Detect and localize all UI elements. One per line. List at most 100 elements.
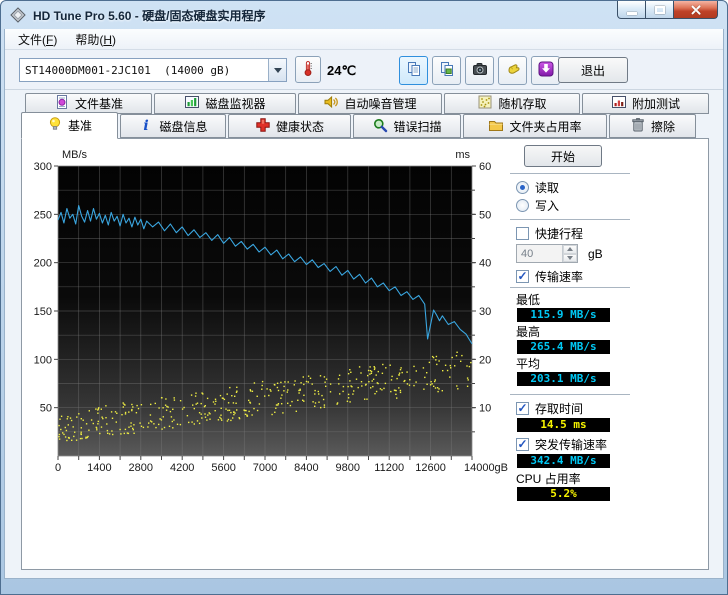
tab-label: 附加测试 [631, 97, 680, 111]
short-stroke-checkbox[interactable] [516, 226, 529, 240]
svg-text:250: 250 [34, 209, 52, 221]
short-stroke-length-row: 40 gB [516, 244, 630, 263]
start-button[interactable]: 开始 [524, 145, 602, 167]
info-icon: i [138, 117, 154, 136]
min-value: 115.9 MB/s [517, 308, 610, 322]
svg-text:150: 150 [34, 306, 52, 318]
window-title: HD Tune Pro 5.60 - 硬盘/固态硬盘实用程序 [33, 8, 266, 23]
camera-icon [472, 61, 488, 80]
tab-label: 健康状态 [275, 119, 324, 134]
menu-item-help[interactable]: 帮助(H) [66, 29, 125, 50]
transfer-rate-checkbox[interactable] [516, 269, 529, 283]
read-option[interactable]: 读取 [516, 179, 630, 195]
window-controls [617, 1, 718, 19]
svg-text:7000: 7000 [253, 462, 277, 474]
tab-trash[interactable]: 擦除 [609, 114, 696, 138]
hand-icon [505, 61, 521, 80]
menu-item-file[interactable]: 文件(F) [9, 29, 66, 50]
tab-label: 磁盘信息 [159, 119, 208, 134]
copy-image-button[interactable] [432, 56, 461, 85]
hand-button[interactable] [498, 56, 527, 85]
tab-folder[interactable]: 文件夹占用率 [463, 114, 607, 138]
cpu-usage-value: 5.2% [517, 487, 610, 501]
write-option[interactable]: 写入 [516, 197, 630, 213]
short-stroke-option[interactable]: 快捷行程 [516, 225, 630, 241]
max-label: 最高 [516, 325, 541, 339]
separator [510, 173, 630, 175]
temperature-value: 24℃ [327, 63, 357, 78]
svg-text:40: 40 [479, 258, 491, 270]
svg-text:11200: 11200 [374, 462, 404, 474]
drive-select-value: ST14000DM001-2JC101 (14000 gB) [25, 63, 231, 77]
read-label: 读取 [535, 180, 560, 195]
svg-text:4200: 4200 [170, 462, 194, 474]
spin-down-button[interactable] [563, 253, 577, 262]
app-icon [10, 7, 26, 23]
transfer-rate-option[interactable]: 传输速率 [516, 268, 630, 284]
scatter-icon [477, 94, 493, 113]
tab-bar-monitor[interactable]: 磁盘监视器 [154, 93, 296, 114]
separator [510, 394, 630, 396]
chevron-down-icon[interactable] [268, 59, 286, 81]
minimize-button[interactable] [617, 1, 646, 19]
tab-scatter[interactable]: 随机存取 [444, 93, 580, 114]
min-label: 最低 [516, 293, 541, 307]
temperature-button[interactable] [295, 56, 321, 83]
bar-monitor-icon [184, 94, 200, 113]
burst-rate-checkbox[interactable] [516, 437, 529, 451]
burst-rate-label: 突发传输速率 [535, 437, 608, 452]
svg-text:0: 0 [55, 462, 61, 474]
burst-rate-option[interactable]: 突发传输速率 [516, 436, 630, 452]
short-stroke-unit-label: gB [588, 246, 603, 261]
cpu-usage-label: CPU 占用率 [516, 472, 581, 486]
access-time-value: 14.5 ms [517, 418, 610, 432]
copy-button[interactable] [399, 56, 428, 85]
access-time-checkbox[interactable] [516, 401, 529, 415]
exit-button[interactable]: 退出 [558, 57, 628, 83]
svg-text:20: 20 [479, 354, 491, 366]
tab-label: 文件基准 [74, 97, 123, 111]
download-button[interactable] [531, 56, 560, 85]
svg-text:9800: 9800 [336, 462, 360, 474]
bulb-icon [47, 116, 63, 135]
close-button[interactable] [673, 1, 718, 19]
tab-doc-bulb[interactable]: 文件基准 [25, 93, 152, 114]
svg-text:100: 100 [34, 354, 52, 366]
svg-text:2800: 2800 [129, 462, 153, 474]
copy-icon [406, 61, 422, 80]
tab-red-cross[interactable]: 健康状态 [228, 114, 351, 138]
menu-bar: 文件(F) 帮助(H) [5, 29, 723, 50]
svg-text:50: 50 [40, 403, 52, 415]
extra-chart-icon [611, 94, 627, 113]
toolbar: ST14000DM001-2JC101 (14000 gB) 24℃ 退出 [5, 50, 723, 90]
tab-extra-chart[interactable]: 附加测试 [582, 93, 709, 114]
benchmark-panel: 开始 读取 写入 快捷行程 40 gB ✓ 传输速率 最低 115.9 MB/s… [510, 145, 630, 501]
speaker-icon [323, 94, 339, 113]
tab-label: 基准 [67, 119, 92, 133]
screenshot-button[interactable] [465, 56, 494, 85]
svg-text:i: i [144, 118, 149, 133]
tab-strip-top: 文件基准 磁盘监视器 自动噪音管理 随机存取 附加测试 [25, 93, 723, 114]
svg-text:12600: 12600 [415, 462, 446, 474]
svg-text:30: 30 [479, 306, 491, 318]
spin-up-button[interactable] [563, 245, 577, 254]
svg-text:14000gB: 14000gB [464, 462, 508, 474]
magnifier-icon [372, 117, 388, 136]
maximize-button[interactable] [646, 1, 673, 19]
separator [510, 287, 630, 289]
tab-speaker[interactable]: 自动噪音管理 [298, 93, 442, 114]
transfer-rate-label: 传输速率 [535, 269, 584, 284]
app-window: HD Tune Pro 5.60 - 硬盘/固态硬盘实用程序 文件(F) 帮助(H… [0, 0, 728, 595]
short-stroke-length-input[interactable]: 40 [516, 244, 578, 263]
tab-bulb[interactable]: 基准 [21, 112, 118, 139]
title-bar[interactable]: HD Tune Pro 5.60 - 硬盘/固态硬盘实用程序 [1, 1, 727, 29]
tab-info[interactable]: i 磁盘信息 [120, 114, 226, 138]
tab-magnifier[interactable]: 错误扫描 [353, 114, 461, 138]
write-radio[interactable] [516, 198, 529, 212]
read-radio[interactable] [516, 180, 529, 194]
svg-text:8400: 8400 [294, 462, 318, 474]
client-area: 文件(F) 帮助(H) ST14000DM001-2JC101 (14000 gB… [4, 29, 724, 579]
drive-select[interactable]: ST14000DM001-2JC101 (14000 gB) [19, 58, 287, 82]
access-time-option[interactable]: 存取时间 [516, 400, 630, 416]
benchmark-page: MB/s ms 300 250 200 150 100 50 60 50 40 30 20 10 0 1400… [21, 138, 709, 570]
